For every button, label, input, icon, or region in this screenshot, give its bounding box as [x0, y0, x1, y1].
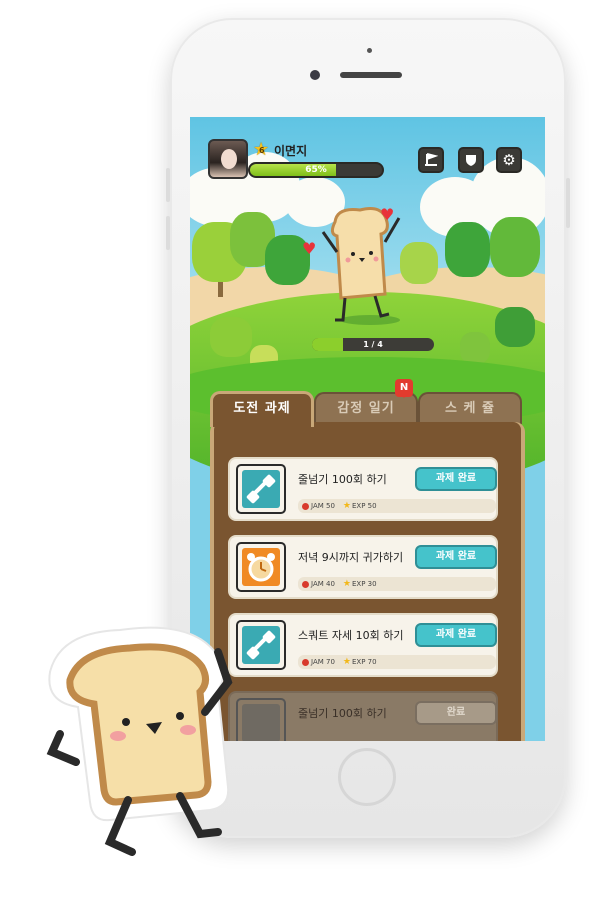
tab-challenges[interactable]: 도전 과제 — [210, 391, 314, 427]
avatar[interactable] — [208, 139, 248, 179]
home-button[interactable] — [338, 748, 396, 806]
exp-reward: EXP 50 — [351, 502, 377, 510]
exp-star-icon: ★ — [342, 657, 351, 667]
heart-icon: ♥ — [380, 205, 395, 224]
toast-mascot-sticker — [46, 626, 233, 856]
tree — [495, 307, 535, 347]
jam-reward: JAM 50 — [311, 502, 335, 510]
tab-schedule[interactable]: 스 케 쥴 — [418, 392, 522, 424]
heart-icon: ♥ — [302, 239, 317, 258]
alarm-clock-icon — [242, 548, 280, 586]
shield-button[interactable] — [458, 147, 484, 173]
mission-reward: JAM 70 ★EXP 70 — [298, 655, 496, 669]
stage-progress-label: 1 / 4 — [363, 340, 383, 349]
volume-up-button — [166, 168, 170, 202]
mission-icon-frame — [236, 542, 286, 592]
mission-card: 저녁 9시까지 귀가하기 과제 완료 JAM 40 ★EXP 30 — [228, 535, 498, 599]
shield-icon — [466, 155, 476, 166]
jam-reward: JAM 70 — [311, 658, 335, 666]
completed-mission-button[interactable]: 완료 — [415, 701, 497, 725]
mission-icon-frame — [236, 464, 286, 514]
jam-icon — [302, 580, 309, 588]
complete-mission-button[interactable]: 과제 완료 — [415, 545, 497, 569]
volume-down-button — [166, 216, 170, 250]
exp-reward: EXP 30 — [351, 580, 377, 588]
exp-star-icon: ★ — [342, 579, 351, 589]
tree — [210, 317, 252, 357]
jam-icon — [302, 658, 309, 666]
tree — [460, 332, 490, 364]
xp-percent: 65% — [305, 165, 327, 175]
settings-button[interactable]: ⚙ — [496, 147, 522, 173]
tree — [445, 222, 490, 277]
mission-title: 줄넘기 100회 하기 — [298, 473, 387, 486]
jam-icon — [302, 502, 309, 510]
flag-icon — [425, 153, 439, 166]
mission-title: 스쿼트 자세 10회 하기 — [298, 629, 404, 642]
earpiece-speaker — [340, 72, 402, 78]
mission-title: 줄넘기 100회 하기 — [298, 707, 387, 720]
stage-progress-bar: 1 / 4 — [312, 338, 434, 351]
exp-star-icon: ★ — [342, 501, 351, 511]
complete-mission-button[interactable]: 과제 완료 — [415, 467, 497, 491]
power-button — [566, 178, 570, 228]
flag-button[interactable] — [418, 147, 444, 173]
complete-mission-button[interactable]: 과제 완료 — [415, 623, 497, 647]
mission-reward: JAM 40 ★EXP 30 — [298, 577, 496, 591]
level-number: 6 — [259, 146, 265, 155]
player-name: 이면지 — [274, 144, 308, 158]
jam-reward: JAM 40 — [311, 580, 335, 588]
sensor — [367, 48, 372, 53]
gear-icon: ⚙ — [502, 151, 516, 169]
mission-card: 줄넘기 100회 하기 과제 완료 JAM 50 ★EXP 50 — [228, 457, 498, 521]
toast-character — [321, 207, 401, 325]
dumbbell-icon — [242, 470, 280, 508]
tree — [490, 217, 540, 277]
mission-title: 저녁 9시까지 귀가하기 — [298, 551, 404, 564]
xp-bar: 65% — [248, 162, 384, 178]
notification-badge: N — [395, 379, 413, 398]
exp-reward: EXP 70 — [351, 658, 377, 666]
front-camera — [310, 70, 320, 80]
mission-reward: JAM 50 ★EXP 50 — [298, 499, 496, 513]
